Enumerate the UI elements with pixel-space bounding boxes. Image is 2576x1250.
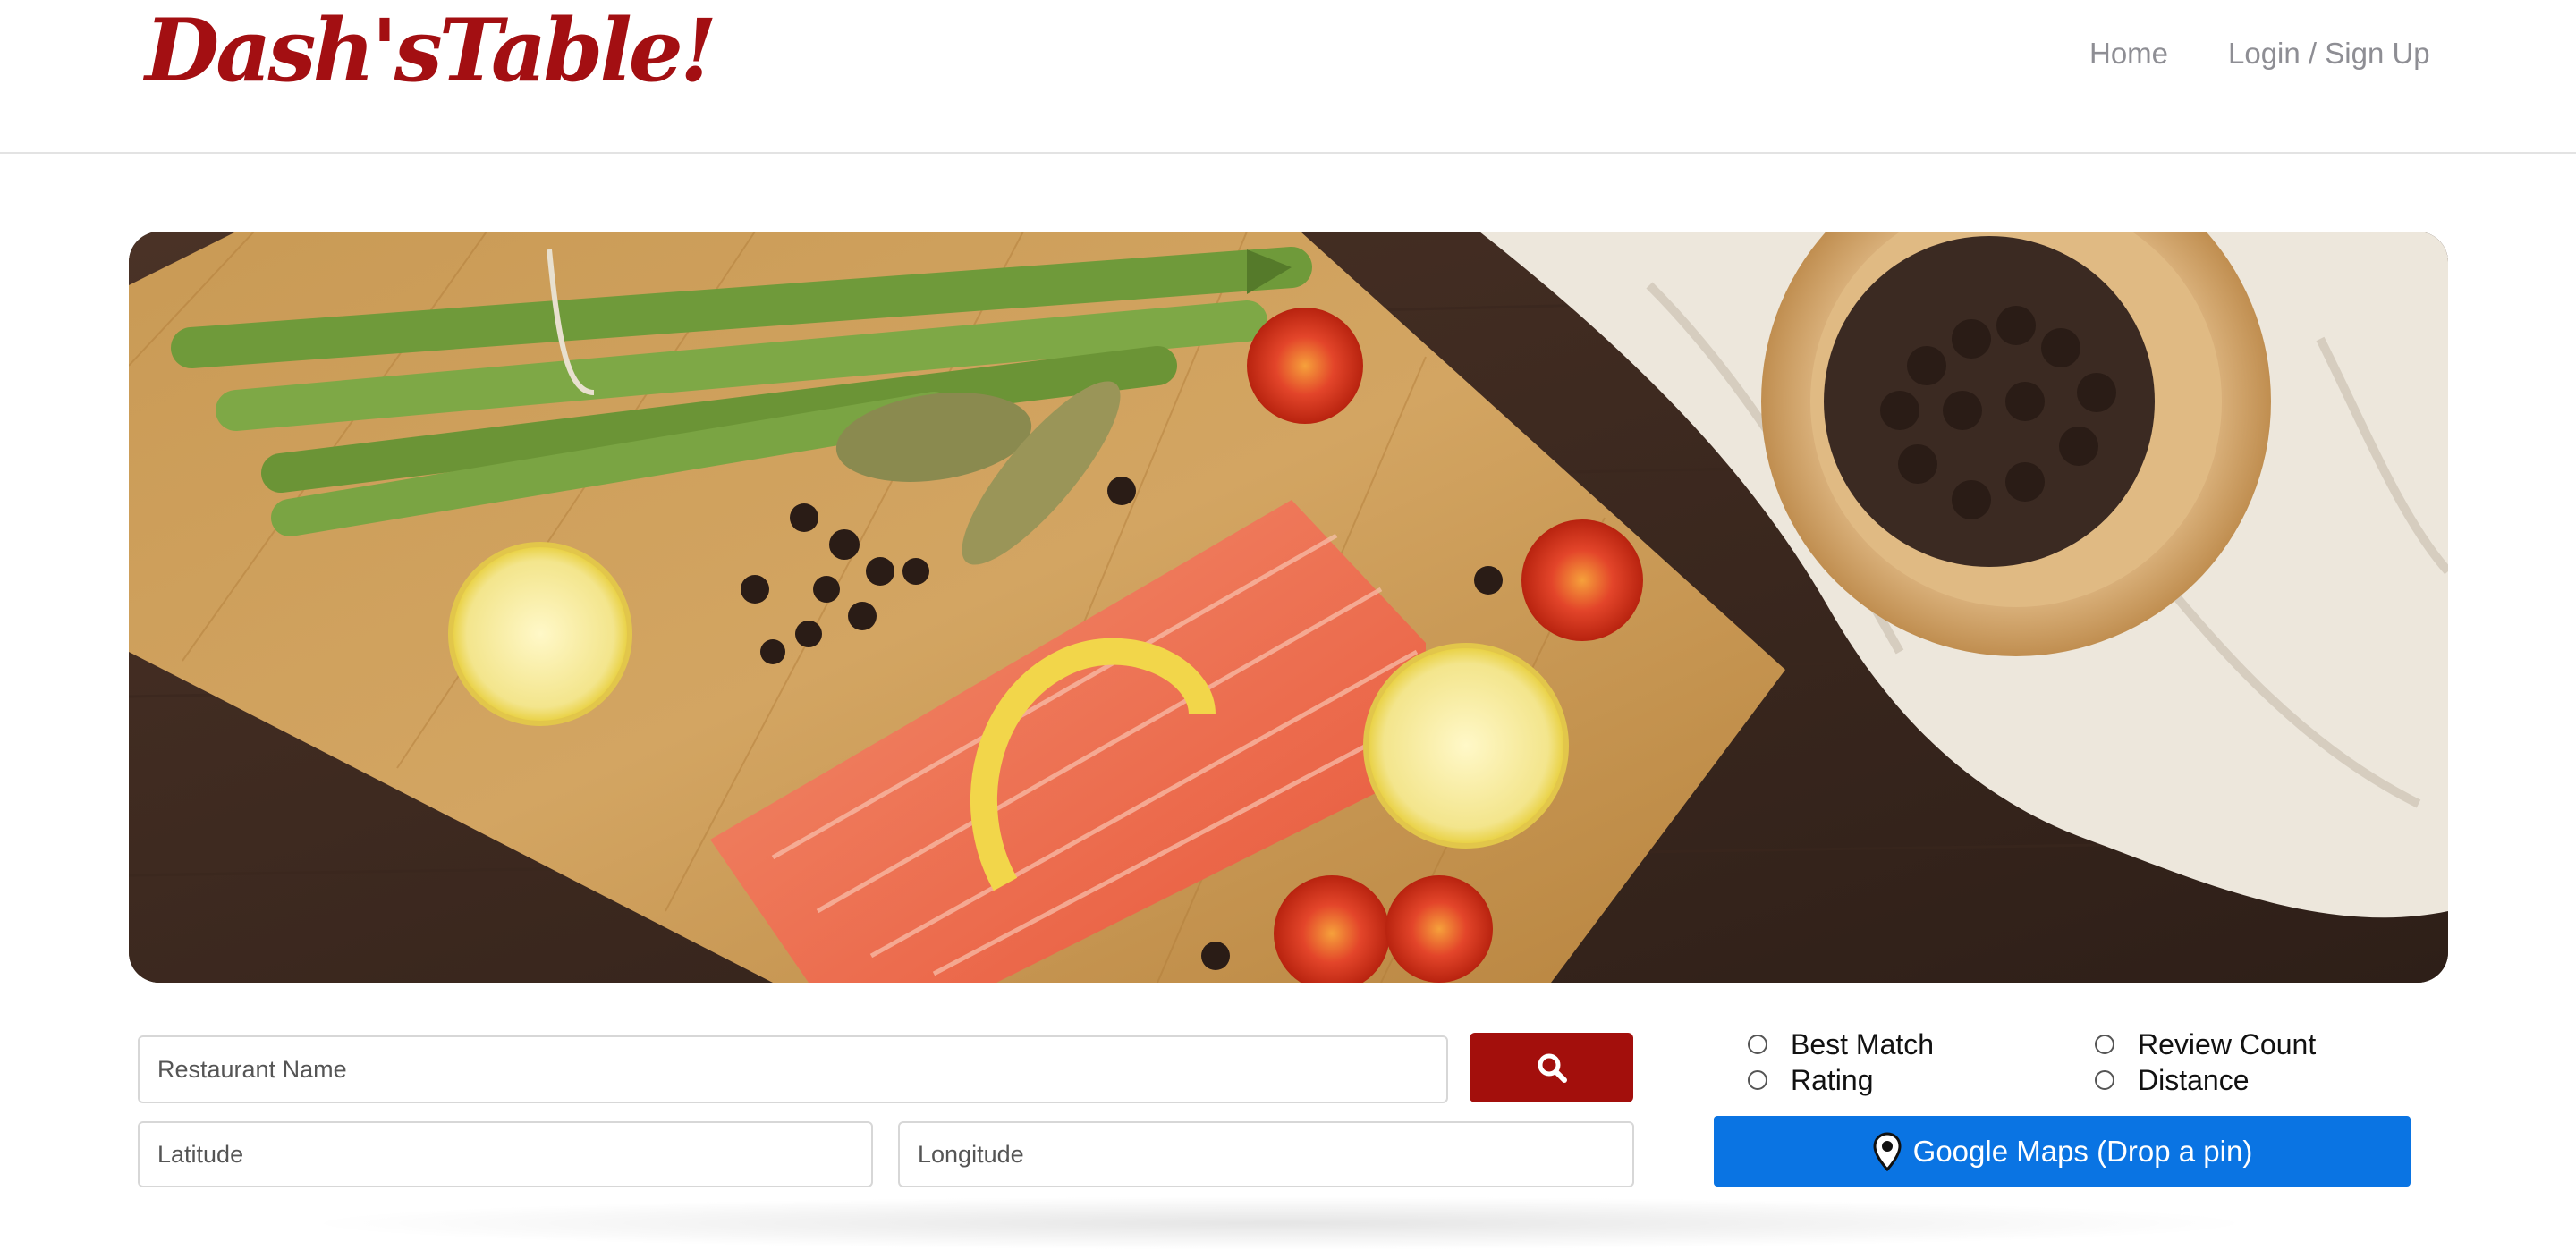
sort-option-distance[interactable]: Distance — [2095, 1062, 2250, 1098]
distance-label: Distance — [2138, 1064, 2250, 1096]
nav-home-link[interactable]: Home — [2089, 34, 2168, 73]
page-bottom-shadow — [295, 1196, 2263, 1250]
review-count-label: Review Count — [2138, 1028, 2317, 1060]
nav-login-signup-link[interactable]: Login / Sign Up — [2228, 34, 2430, 73]
longitude-input[interactable] — [898, 1121, 1634, 1187]
sort-option-review-count[interactable]: Review Count — [2095, 1026, 2316, 1062]
latitude-input[interactable] — [138, 1121, 873, 1187]
hero-food-image — [129, 232, 2448, 983]
navbar: Dash'sTable! Home Login / Sign Up — [0, 0, 2576, 154]
google-maps-drop-pin-button[interactable]: Google Maps (Drop a pin) — [1714, 1116, 2411, 1187]
rating-label: Rating — [1791, 1064, 1874, 1096]
search-button[interactable] — [1470, 1033, 1633, 1102]
sort-option-best-match[interactable]: Best Match — [1748, 1026, 1934, 1062]
best-match-label: Best Match — [1791, 1028, 1935, 1060]
distance-radio[interactable] — [2095, 1070, 2114, 1090]
sort-option-rating[interactable]: Rating — [1748, 1062, 1874, 1098]
restaurant-name-input[interactable] — [138, 1035, 1448, 1103]
rating-radio[interactable] — [1748, 1070, 1767, 1090]
brand-logo[interactable]: Dash'sTable! — [145, 2, 717, 100]
search-icon — [1538, 1053, 1567, 1083]
best-match-radio[interactable] — [1748, 1035, 1767, 1054]
review-count-radio[interactable] — [2095, 1035, 2114, 1054]
map-pin-icon — [1872, 1131, 1902, 1171]
google-maps-button-label: Google Maps (Drop a pin) — [1912, 1134, 2253, 1168]
